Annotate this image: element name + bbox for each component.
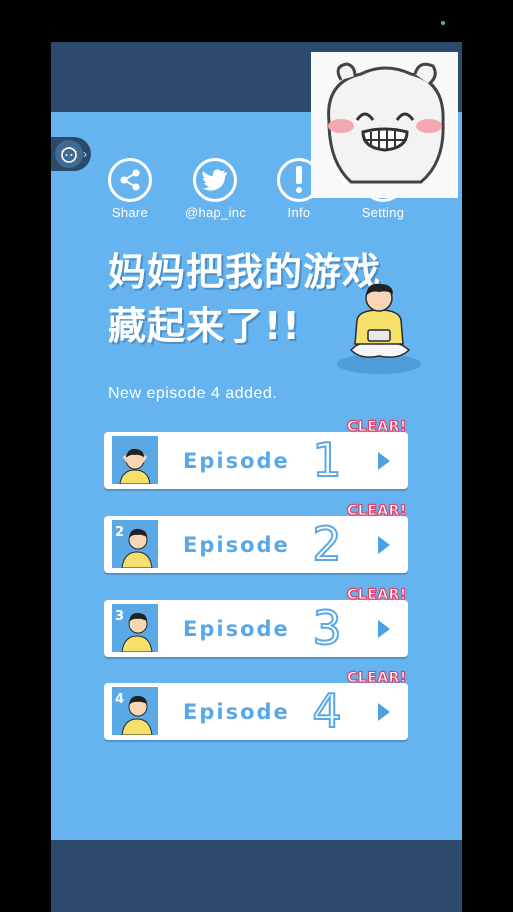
clear-badge: CLEAR! bbox=[347, 587, 407, 604]
episode-3-number: 3 bbox=[311, 600, 342, 656]
twitter-button[interactable]: @hap_inc bbox=[185, 158, 247, 220]
share-icon bbox=[108, 158, 152, 202]
episode-3-label: Episode bbox=[183, 617, 290, 641]
twitter-bird-icon bbox=[193, 158, 237, 202]
clear-badge: CLEAR! bbox=[347, 503, 407, 520]
clear-badge: CLEAR! bbox=[347, 670, 407, 687]
episode-4-thumbnail: 4 bbox=[112, 687, 158, 735]
episode-3-button[interactable]: 3 Episode 3 CLEAR! bbox=[104, 587, 408, 657]
episode-4-number: 4 bbox=[311, 683, 342, 739]
info-label: Info bbox=[287, 205, 311, 220]
share-label: Share bbox=[111, 205, 149, 220]
episode-3-thumbnail: 3 bbox=[112, 604, 158, 652]
episode-1-label: Episode bbox=[183, 449, 290, 473]
bottom-banner bbox=[51, 840, 462, 912]
boy-playing-game-illustration bbox=[337, 283, 421, 374]
episode-2-label: Episode bbox=[183, 533, 290, 557]
episode-2-number: 2 bbox=[311, 516, 342, 572]
play-arrow-icon bbox=[378, 703, 390, 721]
avatar bbox=[55, 140, 83, 168]
share-button[interactable]: Share bbox=[100, 158, 160, 220]
play-arrow-icon bbox=[378, 536, 390, 554]
new-episode-notice: New episode 4 added. bbox=[108, 385, 278, 402]
episode-2-button[interactable]: 2 Episode 2 CLEAR! bbox=[104, 503, 408, 573]
clear-badge: CLEAR! bbox=[347, 419, 407, 436]
episode-1-button[interactable]: Episode 1 CLEAR! bbox=[104, 419, 408, 489]
play-arrow-icon bbox=[378, 620, 390, 638]
game-title-line-2: 藏起来了!! bbox=[108, 304, 301, 348]
twitter-handle-label: @hap_inc bbox=[185, 205, 247, 220]
setting-label: Setting bbox=[361, 205, 405, 220]
svg-text:2: 2 bbox=[115, 525, 124, 540]
episode-4-button[interactable]: 4 Episode 4 CLEAR! bbox=[104, 670, 408, 740]
svg-text:3: 3 bbox=[115, 609, 124, 624]
episode-4-label: Episode bbox=[183, 700, 290, 724]
episode-1-number: 1 bbox=[311, 432, 342, 488]
play-arrow-icon bbox=[378, 452, 390, 470]
svg-text:4: 4 bbox=[115, 692, 124, 707]
grinning-sticker-overlay bbox=[311, 52, 458, 198]
episode-2-thumbnail: 2 bbox=[112, 520, 158, 568]
side-profile-tab[interactable]: › bbox=[51, 137, 91, 171]
status-indicator-dot bbox=[441, 21, 445, 25]
chevron-right-icon: › bbox=[83, 147, 87, 161]
episode-1-thumbnail bbox=[112, 436, 158, 484]
